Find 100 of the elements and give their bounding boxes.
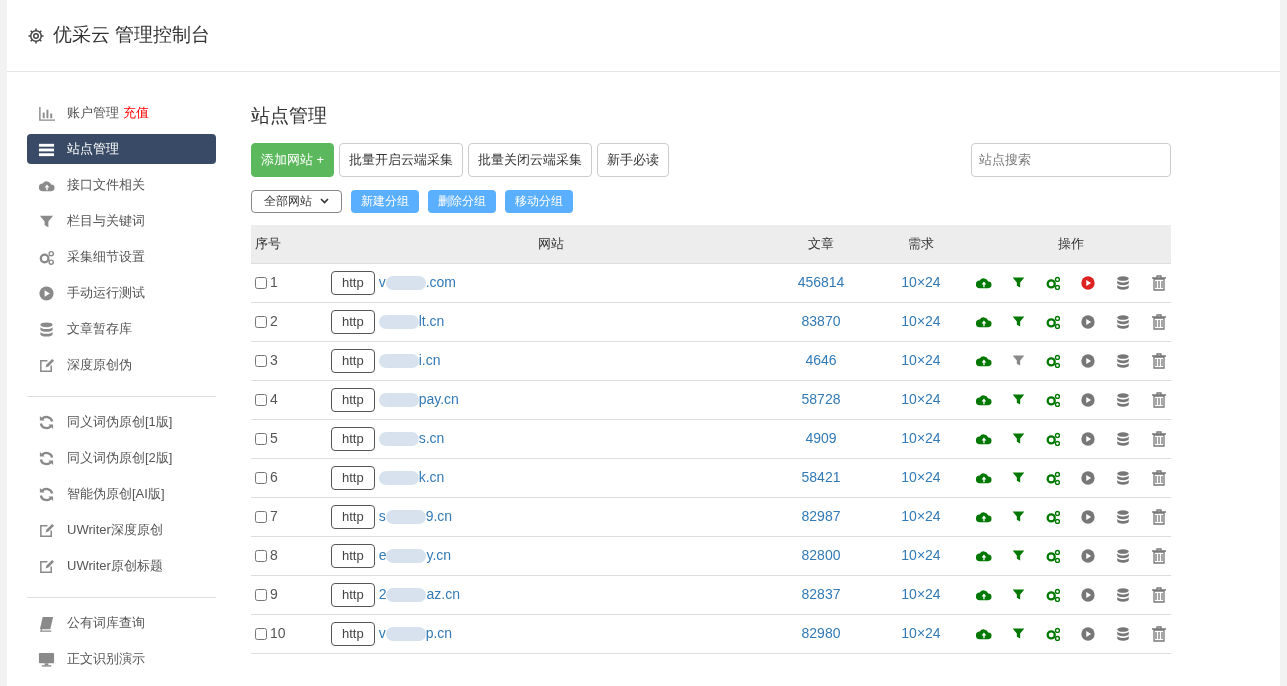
search-field[interactable]: 站点搜索 — [971, 142, 1171, 177]
domain-text: 9.cn — [425, 507, 453, 526]
blurred-text — [386, 587, 427, 602]
sidebar-item[interactable]: 深度原创伪 — [27, 350, 216, 380]
trash-icon — [1149, 585, 1168, 604]
group-select[interactable]: 全部网站 — [251, 189, 342, 213]
row-number: 2 — [270, 312, 278, 331]
blurred-text — [378, 392, 419, 407]
sidebar-item[interactable]: UWriter深度原创 — [27, 515, 216, 545]
trash-icon — [1149, 312, 1168, 331]
row-number: 10 — [270, 624, 286, 643]
gears-icon — [1044, 586, 1061, 603]
row-checkbox[interactable] — [255, 354, 267, 367]
database-icon — [1114, 274, 1131, 291]
gears-icon — [1044, 547, 1061, 564]
trash-icon — [1149, 624, 1168, 643]
sidebar-item[interactable]: 同义词伪原创[1版] — [27, 407, 216, 437]
toolbar-button[interactable]: 新手必读 — [597, 142, 670, 177]
row-number: 9 — [270, 585, 278, 604]
article-count: 82987 — [800, 507, 842, 526]
article-count: 82800 — [800, 546, 842, 565]
sidebar-item[interactable]: 文章暂存库 — [27, 314, 216, 344]
recharge-link[interactable]: 充值 — [123, 103, 149, 123]
trash-icon — [1149, 390, 1168, 409]
caret-icon — [320, 198, 329, 204]
sidebar-item[interactable]: 智能伪原创[AI版] — [27, 479, 216, 509]
sidebar-item[interactable]: 同义词伪原创[2版] — [27, 443, 216, 473]
domain-text: y.cn — [426, 546, 452, 565]
trash-icon — [1149, 507, 1168, 526]
blurred-text — [385, 275, 426, 290]
database-icon — [1114, 469, 1131, 486]
article-count: 456814 — [796, 273, 846, 292]
row-checkbox[interactable] — [255, 549, 267, 562]
blurred-text — [385, 509, 426, 524]
sidebar-item[interactable]: 采集细节设置 — [27, 242, 216, 272]
blurred-text — [378, 431, 419, 446]
protocol-label: http — [331, 465, 375, 490]
protocol-label: http — [331, 270, 375, 295]
sidebar-item[interactable]: 账户管理 充值 — [27, 98, 216, 128]
domain-text: p.cn — [425, 624, 453, 643]
row-checkbox[interactable] — [255, 471, 267, 484]
demand-value: 10×24 — [900, 624, 942, 643]
domain-text: .com — [425, 273, 457, 292]
row-checkbox[interactable] — [255, 393, 267, 406]
sidebar-item[interactable]: 站点管理 — [27, 134, 216, 164]
blurred-text — [386, 548, 427, 563]
article-count: 58728 — [800, 390, 842, 409]
row-checkbox[interactable] — [255, 627, 267, 640]
gears-icon — [1044, 508, 1061, 525]
sidebar-item[interactable]: 栏目与关键词 — [27, 206, 216, 236]
sidebar-item[interactable]: 公有词库查询 — [27, 608, 216, 638]
gears-icon — [1044, 391, 1061, 408]
article-count: 58421 — [800, 468, 842, 487]
demand-value: 10×24 — [900, 390, 942, 409]
sidebar-item[interactable]: 正文识别演示 — [27, 644, 216, 674]
domain-text: pay.cn — [418, 390, 459, 409]
trash-icon — [1149, 273, 1168, 292]
domain-text: az.cn — [426, 585, 460, 604]
row-checkbox[interactable] — [255, 315, 267, 328]
column-header: 需求 — [907, 234, 935, 253]
article-count: 82980 — [800, 624, 842, 643]
gears-icon — [38, 248, 55, 266]
database-icon — [1114, 508, 1131, 525]
domain-text: s.cn — [418, 429, 445, 448]
edit-icon — [38, 521, 55, 539]
domain-text: k.cn — [418, 468, 445, 487]
row-number: 5 — [270, 429, 278, 448]
refresh-icon — [38, 449, 55, 467]
domain-text: e — [378, 546, 387, 565]
protocol-label: http — [331, 348, 375, 373]
sidebar-item[interactable]: 接口文件相关 — [27, 170, 216, 200]
domain-text: 2 — [378, 585, 387, 604]
database-icon — [38, 320, 55, 338]
row-checkbox[interactable] — [255, 510, 267, 523]
row-number: 3 — [270, 351, 278, 370]
database-icon — [1114, 625, 1131, 642]
demand-value: 10×24 — [900, 429, 942, 448]
blurred-text — [378, 470, 419, 485]
gears-icon — [1044, 625, 1061, 642]
demand-value: 10×24 — [900, 273, 942, 292]
protocol-label: http — [331, 621, 375, 646]
article-count: 4909 — [804, 429, 838, 448]
column-header: 操作 — [1057, 234, 1085, 253]
row-number: 1 — [270, 273, 278, 292]
demand-value: 10×24 — [900, 351, 942, 370]
demand-value: 10×24 — [900, 468, 942, 487]
gears-icon — [1044, 313, 1061, 330]
trash-icon — [1149, 468, 1168, 487]
row-number: 8 — [270, 546, 278, 565]
database-icon — [1114, 313, 1131, 330]
toolbar-button[interactable]: 批量开启云端采集 — [339, 142, 464, 177]
blurred-text — [378, 314, 419, 329]
sidebar-item[interactable]: UWriter原创标题 — [27, 551, 216, 581]
toolbar-button[interactable]: 批量关闭云端采集 — [468, 142, 593, 177]
article-count: 4646 — [804, 351, 838, 370]
row-checkbox[interactable] — [255, 276, 267, 289]
sidebar-item[interactable]: 手动运行测试 — [27, 278, 216, 308]
row-checkbox[interactable] — [255, 588, 267, 601]
row-checkbox[interactable] — [255, 432, 267, 445]
row-number: 4 — [270, 390, 278, 409]
